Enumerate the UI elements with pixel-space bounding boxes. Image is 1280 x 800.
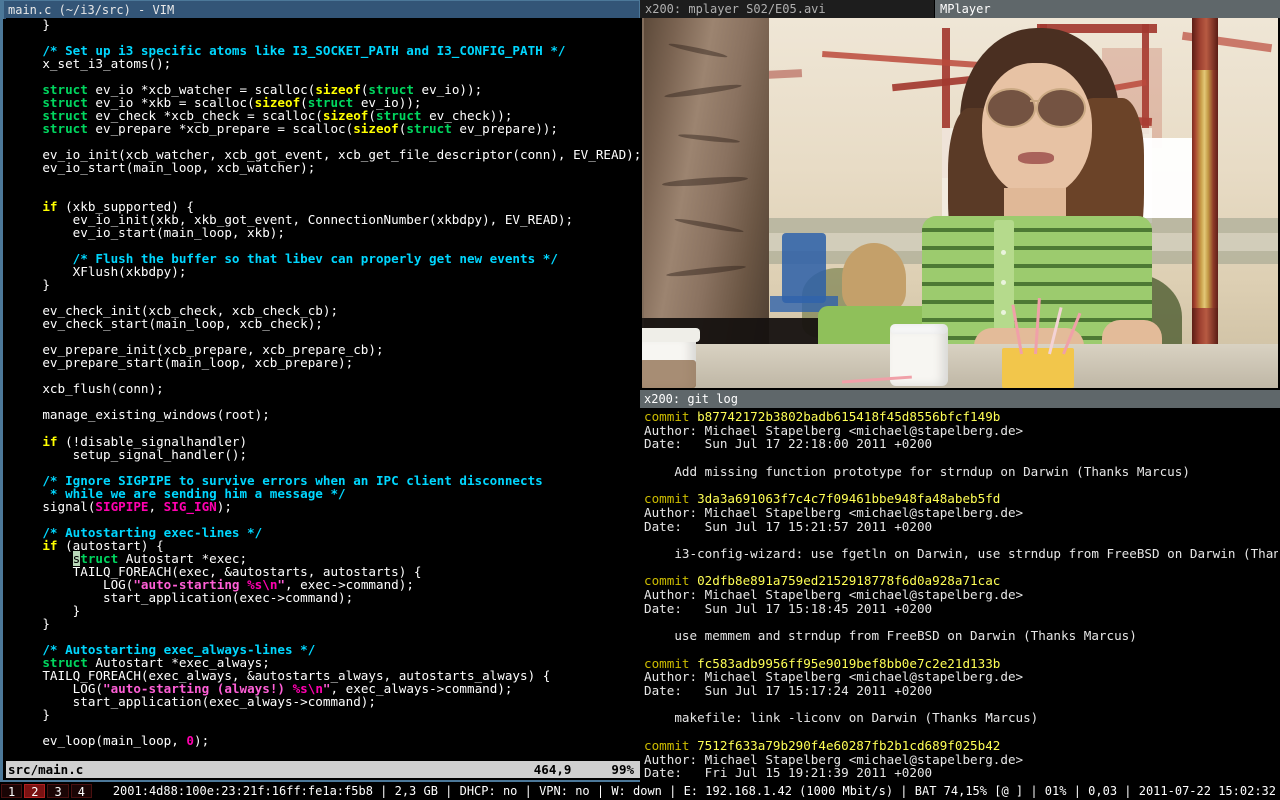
shirt-stripe <box>922 264 1152 268</box>
coffee-cup-lid <box>642 328 700 342</box>
bark-line-2 <box>664 83 742 100</box>
git-date-line: Date: Sun Jul 17 22:18:00 2011 +0200 <box>644 436 932 451</box>
code-token: ); <box>217 499 232 514</box>
code-token: ev_io)); <box>414 82 482 97</box>
git-message-line: makefile: link -liconv on Darwin (Thanks… <box>644 710 1038 725</box>
tab-mplayer-video[interactable]: MPlayer <box>935 0 1280 18</box>
foam-cup-center-rim <box>890 324 948 334</box>
mouth <box>1018 152 1054 164</box>
git-message-line: Add missing function prototype for strnd… <box>644 464 1190 479</box>
code-token: start_application(exec_always->command); <box>73 694 376 709</box>
i3status-text: 2001:4d88:100e:23:21f:16ff:fe1a:f5b8 | 2… <box>113 784 1280 798</box>
vim-source-code: } /* Set up i3 specific atoms like I3_SO… <box>6 18 640 747</box>
vim-titlebar[interactable]: main.c (~/i3/src) - VIM <box>3 0 640 19</box>
git-date-line: Date: Fri Jul 15 19:21:39 2011 +0200 <box>644 765 932 780</box>
video-viewport[interactable] <box>642 18 1278 388</box>
code-token: SIG_IGN <box>164 499 217 514</box>
mplayer-tab-row: x200: mplayer S02/E05.avi MPlayer <box>640 0 1280 18</box>
window-vim[interactable]: main.c (~/i3/src) - VIM } /* Set up i3 s… <box>0 0 640 782</box>
code-token: manage_existing_windows(root); <box>42 407 269 422</box>
code-token: } <box>42 707 50 722</box>
child-head <box>842 243 906 313</box>
gitlog-output: commit b87742172b3802badb615418f45d8556b… <box>642 408 1278 780</box>
sunglasses-bridge <box>1030 100 1040 102</box>
git-date-line: Date: Sun Jul 17 15:17:24 2011 +0200 <box>644 683 932 698</box>
workspace-button-3[interactable]: 3 <box>47 784 68 798</box>
pager-prompt: : <box>644 779 652 780</box>
code-token: } <box>42 18 50 32</box>
window-mplayer[interactable]: x200: mplayer S02/E05.avi MPlayer <box>640 0 1280 390</box>
bark-line-1 <box>668 42 728 59</box>
shirt-button <box>1001 280 1006 285</box>
code-token: ev_loop(main_loop, <box>42 733 186 748</box>
i3-desktop: main.c (~/i3/src) - VIM } /* Set up i3 s… <box>0 0 1280 800</box>
blue-tarp <box>782 233 826 303</box>
code-token: struct <box>42 121 88 136</box>
bark-line-3 <box>678 133 740 144</box>
vim-status-percent: 99% <box>611 761 640 778</box>
vim-editor-area[interactable]: } /* Set up i3 specific atoms like I3_SO… <box>6 18 640 761</box>
code-token: , <box>149 499 164 514</box>
code-token: setup_signal_handler(); <box>73 447 247 462</box>
gitlog-terminal-area[interactable]: commit b87742172b3802badb615418f45d8556b… <box>642 408 1278 780</box>
person-woman <box>942 28 1242 388</box>
git-message-line: i3-config-wizard: use fgetln on Darwin, … <box>644 546 1278 561</box>
bark-line-6 <box>666 264 746 278</box>
shirt-stripe <box>922 246 1152 250</box>
shirt-stripe <box>922 228 1152 232</box>
shirt-stripe <box>922 282 1152 286</box>
code-token: ev_io_start(main_loop, xcb_watcher); <box>42 160 315 175</box>
code-token: ); <box>194 733 209 748</box>
code-token: ev_check_start(main_loop, xcb_check); <box>42 316 323 331</box>
git-date-line: Date: Sun Jul 17 15:18:45 2011 +0200 <box>644 601 932 616</box>
code-token: ev_io_start(main_loop, xkb); <box>73 225 285 240</box>
code-token: } <box>42 616 50 631</box>
workspace-button-1[interactable]: 1 <box>1 784 22 798</box>
code-token: SIGPIPE <box>95 499 148 514</box>
i3-status-bar[interactable]: 1234 2001:4d88:100e:23:21f:16ff:fe1a:f5b… <box>0 782 1280 800</box>
sunglasses-left-lens <box>986 88 1036 128</box>
bark-line-5 <box>674 217 744 234</box>
code-token: ev_prepare_start(main_loop, xcb_prepare)… <box>42 355 353 370</box>
coffee-cup-sleeve <box>642 360 696 388</box>
git-date-line: Date: Sun Jul 17 15:21:57 2011 +0200 <box>644 519 932 534</box>
code-token: } <box>42 277 50 292</box>
vim-status-filename: src/main.c <box>6 761 83 778</box>
workspace-button-list: 1234 <box>0 784 93 798</box>
shirt-button <box>1001 250 1006 255</box>
git-message-line: use memmem and strndup from FreeBSD on D… <box>644 628 1137 643</box>
code-token: struct <box>406 121 452 136</box>
code-token: start_application(exec->command); <box>103 590 353 605</box>
code-token: xcb_flush(conn); <box>42 381 163 396</box>
code-token: signal( <box>42 499 95 514</box>
bark-line-4 <box>662 175 748 188</box>
vim-status-position: 464,9 <box>534 761 612 778</box>
code-token: } <box>73 603 81 618</box>
tree-trunk-front <box>644 18 769 348</box>
code-token: ev_prepare *xcb_prepare = scalloc( <box>88 121 353 136</box>
sunglasses-right-lens <box>1036 88 1086 128</box>
workspace-button-4[interactable]: 4 <box>71 784 92 798</box>
workspace-button-2[interactable]: 2 <box>24 784 45 798</box>
cafe-table <box>642 344 1278 388</box>
face <box>982 63 1092 198</box>
code-token: XFlush(xkbdpy); <box>73 264 187 279</box>
code-token: sizeof <box>353 121 399 136</box>
code-token: ev_prepare)); <box>452 121 558 136</box>
gitlog-titlebar[interactable]: x200: git log <box>640 390 1280 408</box>
code-token: x_set_i3_atoms(); <box>42 56 171 71</box>
shirt-button <box>1001 310 1006 315</box>
vim-statusline: src/main.c 464,9 99% <box>6 761 640 778</box>
tab-mplayer-shell[interactable]: x200: mplayer S02/E05.avi <box>640 0 935 18</box>
window-git-log[interactable]: x200: git log commit b87742172b3802badb6… <box>640 390 1280 782</box>
code-token: 0 <box>186 733 194 748</box>
